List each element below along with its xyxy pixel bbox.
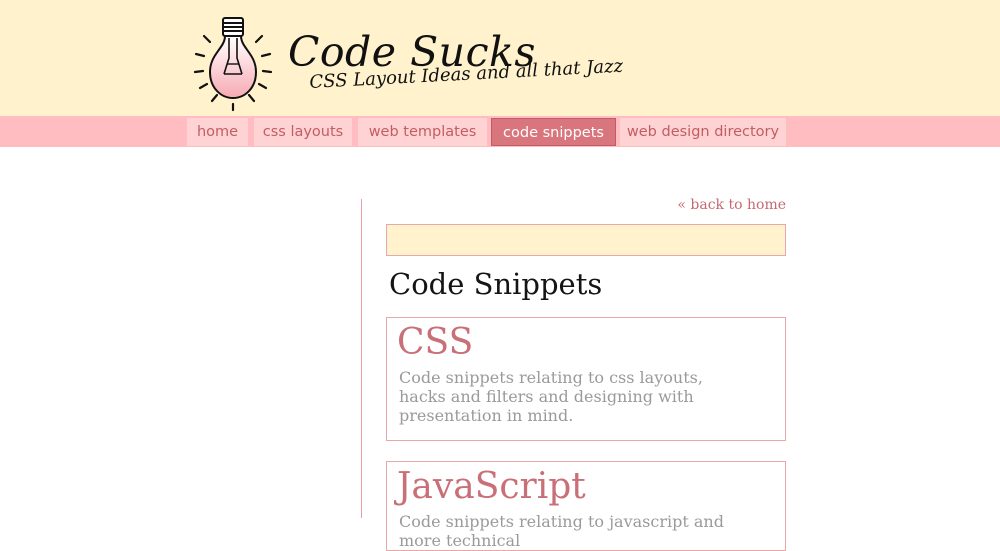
card-description: Code snippets relating to css layouts, h… bbox=[399, 368, 703, 425]
site-header: Code Sucks CSS Layout Ideas and all that… bbox=[0, 0, 1000, 116]
nav-item-web-design-directory[interactable]: web design directory bbox=[620, 118, 786, 146]
card-title[interactable]: JavaScript bbox=[397, 466, 586, 507]
search-input[interactable] bbox=[386, 224, 786, 256]
nav-item-code-snippets[interactable]: code snippets bbox=[491, 118, 616, 146]
nav-item-web-templates[interactable]: web templates bbox=[358, 118, 487, 146]
page-title: Code Snippets bbox=[389, 267, 603, 301]
snippet-card-javascript[interactable]: JavaScript Code snippets relating to jav… bbox=[386, 461, 786, 551]
card-title[interactable]: CSS bbox=[397, 322, 473, 363]
nav-item-home[interactable]: home bbox=[187, 118, 248, 146]
snippet-card-css[interactable]: CSS Code snippets relating to css layout… bbox=[386, 317, 786, 441]
nav-item-css-layouts[interactable]: css layouts bbox=[254, 118, 352, 146]
column-divider bbox=[361, 199, 362, 518]
back-to-home-link[interactable]: « back to home bbox=[600, 197, 786, 213]
main-navigation: home css layouts web templates code snip… bbox=[0, 116, 1000, 147]
light-bulb-logo-icon[interactable] bbox=[190, 14, 276, 112]
